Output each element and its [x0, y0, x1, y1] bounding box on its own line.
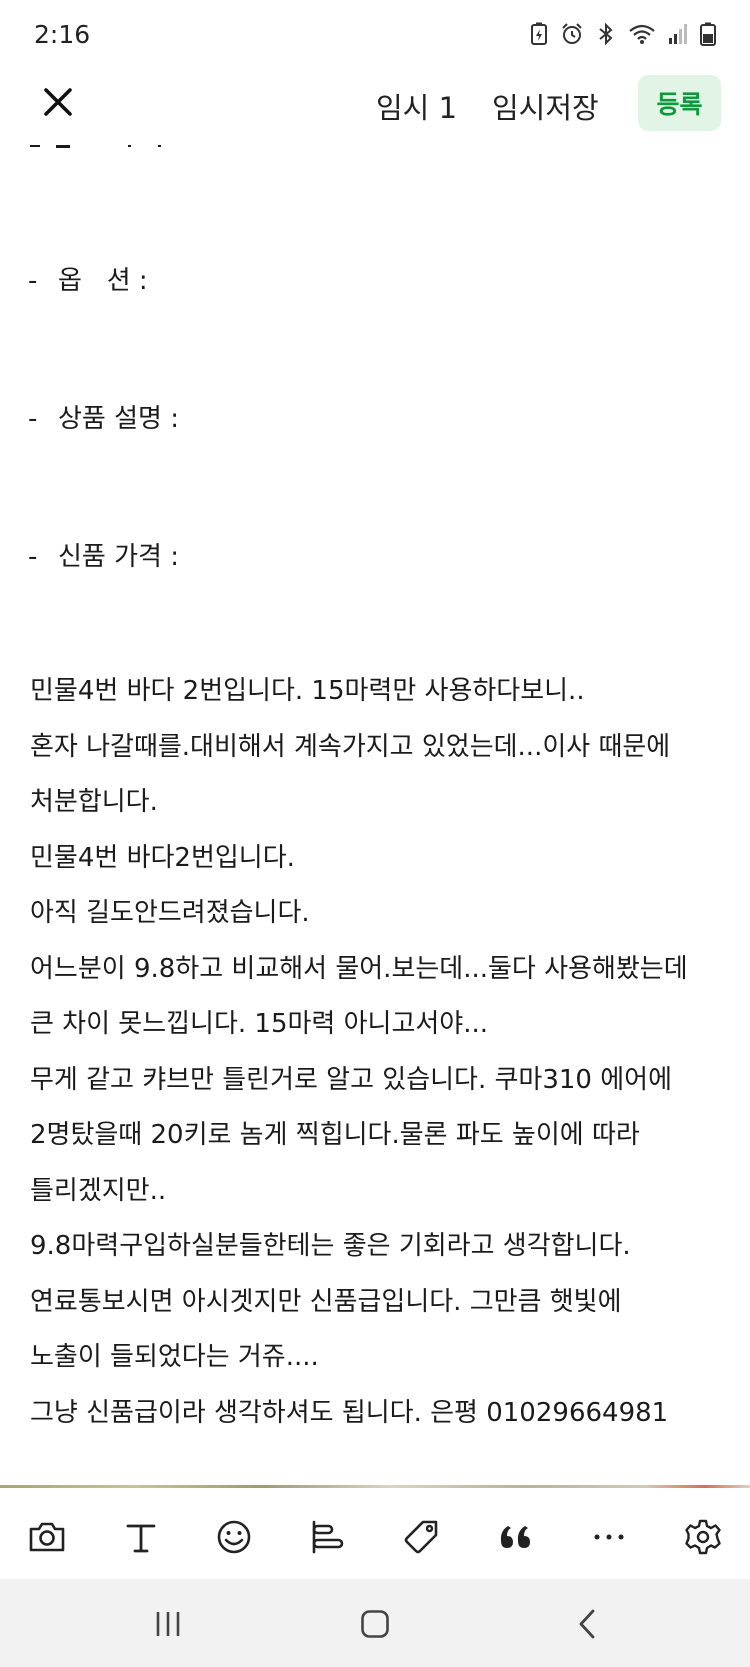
more-icon [594, 1534, 624, 1540]
close-button[interactable] [38, 82, 78, 122]
emoji-icon [218, 1520, 251, 1554]
align-button[interactable] [305, 1514, 351, 1560]
quote-button[interactable] [493, 1514, 539, 1560]
recent-apps-icon [156, 1612, 180, 1636]
system-nav-bar [0, 1579, 750, 1667]
option-label: 옵 션 : [58, 266, 148, 296]
body-line: 어느분이 9.8하고 비교해서 물어.보는데...둘다 사용해봤는데 [30, 953, 688, 984]
format-toolbar [0, 1495, 750, 1579]
body-line: 연료통보시면 아시겟지만 신품급입니다. 그만큼 햇빛에 [30, 1286, 622, 1317]
home-button[interactable] [350, 1599, 400, 1649]
text-icon [126, 1524, 156, 1553]
settings-icon [685, 1519, 721, 1555]
body-line: 9.8마력구입하실분들한테는 좋은 기회라고 생각합니다. [30, 1231, 631, 1261]
camera-icon [29, 1522, 65, 1552]
body-line: 2명탔을때 20키로 놈게 찍힙니다.물론 파도 높이에 따라 [30, 1120, 640, 1150]
body-line: 큰 차이 못느낍니다. 15마력 아니고서야... [30, 1009, 489, 1039]
editor-body[interactable]: -옵 션 : - 상품 설명 : - 신품 가격 : 민물4번 바다 2번입니다. … [0, 138, 750, 1488]
attached-image-edge[interactable] [0, 1485, 750, 1488]
status-icons [530, 22, 716, 46]
option-field: -옵 션 : [28, 260, 148, 297]
body-line: 틀리겠지만.. [30, 1175, 167, 1206]
field-dash: - [28, 542, 38, 572]
camera-button[interactable] [24, 1514, 70, 1560]
body-line: 혼자 나갈때를.대비해서 계속가지고 있었는데...이사 때문에 [30, 731, 671, 762]
clipped-field-line [28, 140, 188, 150]
new-price-label: 신품 가격 : [58, 542, 179, 572]
text-style-button[interactable] [118, 1514, 164, 1560]
back-button[interactable] [564, 1599, 614, 1649]
description-field: - 상품 설명 : [28, 398, 179, 435]
body-line: 민물4번 바다2번입니다. [30, 842, 295, 873]
close-icon [44, 88, 72, 116]
status-bar: 2:16 [0, 0, 750, 68]
description-label: 상품 설명 : [58, 404, 179, 434]
body-line: 그냥 신품급이라 생각하셔도 됩니다. 은평 01029664981 [30, 1397, 669, 1428]
settings-button[interactable] [680, 1514, 726, 1560]
body-text[interactable]: 민물4번 바다 2번입니다. 15마력만 사용하다보니.. 혼자 나갈때를.대비… [30, 664, 730, 1441]
battery-icon [700, 22, 716, 46]
align-icon [312, 1520, 344, 1554]
tag-button[interactable] [399, 1514, 445, 1560]
new-price-field: - 신품 가격 : [28, 536, 179, 573]
wifi-icon [629, 24, 655, 44]
editor-header: 임시 1 임시저장 등록 [0, 68, 750, 138]
status-time: 2:16 [34, 19, 91, 49]
temp-save-button[interactable]: 임시저장 [492, 85, 599, 127]
battery-saver-icon [531, 22, 547, 45]
signal-icon [669, 24, 687, 44]
emoji-button[interactable] [211, 1514, 257, 1560]
register-button[interactable]: 등록 [638, 75, 721, 131]
body-line: 처분합니다. [30, 787, 158, 817]
quote-icon [500, 1526, 530, 1548]
recent-apps-button[interactable] [143, 1599, 193, 1649]
back-icon [579, 1609, 595, 1639]
body-line: 아직 길도안드려졌습니다. [30, 898, 310, 928]
body-line: 민물4번 바다 2번입니다. 15마력만 사용하다보니.. [30, 676, 585, 706]
tag-icon [404, 1520, 438, 1554]
temp-count-button[interactable]: 임시 1 [376, 85, 457, 127]
home-icon [361, 1610, 389, 1638]
field-dash: - [28, 266, 38, 296]
body-line: 무게 같고 캬브만 틀린거로 알고 있습니다. 쿠마310 에어에 [30, 1064, 672, 1095]
bluetooth-icon [599, 22, 613, 46]
field-dash: - [28, 404, 38, 434]
alarm-icon [562, 23, 582, 44]
body-line: 노출이 들되었다는 거쥬.... [30, 1342, 319, 1372]
more-button[interactable] [586, 1514, 632, 1560]
